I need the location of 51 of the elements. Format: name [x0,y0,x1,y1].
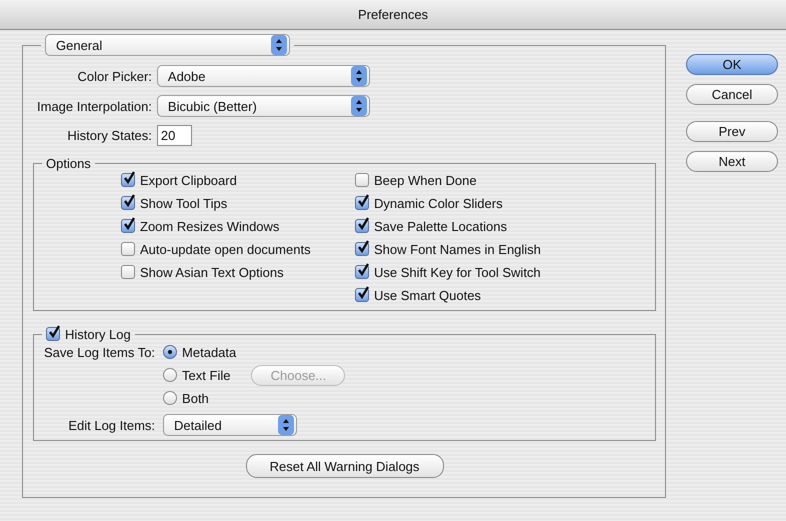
dialog-button[interactable]: Cancel [686,84,778,105]
radio-label: Both [182,390,209,406]
checkbox[interactable] [121,242,135,256]
radio-button[interactable] [163,345,178,359]
checkbox[interactable] [355,288,369,302]
checkbox-label: Export Clipboard [140,172,237,188]
checkbox[interactable] [121,173,135,187]
checkbox[interactable] [121,265,135,279]
stepper-icon [271,35,287,55]
popup-menu[interactable]: Bicubic (Better) [156,95,370,117]
category-popup[interactable]: General [45,34,290,56]
radio-button[interactable] [163,391,178,405]
checkbox-label: Show Asian Text Options [140,264,284,280]
field-label: History States: [66,128,152,143]
dialog-button[interactable]: Next [686,151,778,172]
field-label: Color Picker: [76,68,152,84]
reset-button[interactable]: Reset All Warning Dialogs [246,454,444,478]
checkbox-label: Beep When Done [374,172,477,188]
dialog-button[interactable]: OK [686,54,778,75]
dialog-button[interactable]: Prev [686,121,778,142]
checkbox[interactable] [355,219,369,233]
checkbox[interactable] [355,173,369,187]
checkbox-label: Use Smart Quotes [374,288,481,302]
stepper-icon [350,66,367,86]
checkbox-label: History Log [65,326,131,342]
group-title: Options [46,156,91,171]
checkbox[interactable] [355,265,369,279]
checkbox[interactable] [46,327,60,341]
checkbox[interactable] [355,196,369,210]
stepper-icon [350,96,367,116]
field-label: Image Interpolation: [37,98,152,114]
popup-menu[interactable]: Detailed [163,414,298,436]
checkbox-label: Auto-update open documents [140,242,311,256]
checkbox-label: Show Font Names in English [374,242,541,256]
radio-button[interactable] [163,368,178,382]
popup-menu[interactable]: Adobe [156,65,370,87]
stepper-icon [278,415,294,435]
checkbox-label: Show Tool Tips [140,196,228,210]
field-label: Save Log Items To: [44,344,156,360]
checkbox[interactable] [121,196,135,210]
checkbox-label: Zoom Resizes Windows [140,218,280,234]
checkbox-label: Save Palette Locations [374,218,507,234]
radio-label: Text File [182,368,230,382]
radio-label: Metadata [182,344,236,360]
field-label: Edit Log Items: [67,418,156,432]
input-field[interactable]: 20 [156,125,192,146]
checkbox-label: Use Shift Key for Tool Switch [374,264,541,280]
window-title: Preferences [358,7,428,22]
checkbox-label: Dynamic Color Sliders [374,196,503,210]
checkbox[interactable] [121,219,135,233]
checkbox[interactable] [355,242,369,256]
